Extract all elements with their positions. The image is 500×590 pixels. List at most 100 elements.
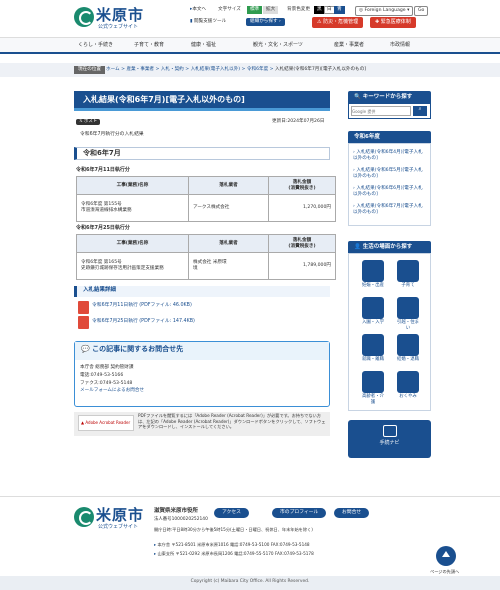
breadcrumb-current: 入札結果(令和6年7月)[電子入札以外のもの] xyxy=(274,67,367,72)
search-input[interactable] xyxy=(351,106,411,116)
chat-icon: 💬 xyxy=(81,345,90,353)
year-list-item[interactable]: › 入札結果(令和6年6月)[電子入札以外のもの] xyxy=(353,186,426,199)
detail-heading: 入札結果詳細 xyxy=(74,286,330,297)
skip-link[interactable]: ▸本文へ xyxy=(190,7,206,13)
breadcrumb-bid[interactable]: 入札・契約 xyxy=(161,67,184,72)
footer-access-button[interactable]: アクセス xyxy=(214,508,249,519)
footer-logo-title: 米原市 xyxy=(96,506,145,524)
life-label: 妊娠・出産 xyxy=(362,283,384,288)
pregnancy-icon[interactable] xyxy=(362,260,384,282)
font-large-button[interactable]: 拡大 xyxy=(263,6,279,14)
disaster-button[interactable]: ⚠ 防災・危機管理 xyxy=(312,17,364,28)
table1-caption: 令和6年7月11日執行分 xyxy=(76,167,130,173)
table-cell-amount: 1,270,000円 xyxy=(268,194,336,222)
footer-logo-subtitle: 公式ウェブサイト xyxy=(98,524,139,530)
footer-contact-button[interactable]: お問合せ xyxy=(334,508,370,519)
th-winner: 落札業者 xyxy=(188,234,269,253)
pdf-link-2[interactable]: 令和6年7月25日執行 (PDFファイル: 147.4KB) xyxy=(92,319,195,325)
site-footer xyxy=(0,496,500,576)
nav-tourism[interactable]: 観光・文化・スポーツ xyxy=(253,42,303,49)
footer-address-branch: ▸ 山東支所 〒521-0292 米原市長岡1206 電話:0749-55-51… xyxy=(154,551,314,556)
footer-office-name: 滋賀県米原市役所 xyxy=(154,508,199,514)
year-list: › 入札結果(令和6年4月)[電子入札以外のもの] › 入札結果(令和6年5月)… xyxy=(348,143,431,226)
voice-tool-link[interactable]: ▮ 閲覧支援ツール xyxy=(190,19,226,25)
page-title: 入札結果(令和6年7月)[電子入札以外のもの] xyxy=(74,91,330,111)
bg-blue-button[interactable]: 青 xyxy=(334,6,345,14)
language-select[interactable]: ◎ Foreign Language ▾ xyxy=(355,6,414,16)
table-cell-winner: アークス株式会社 xyxy=(188,194,269,222)
nav-health[interactable]: 健康・福祉 xyxy=(191,42,216,49)
footer-corp-number: 法人番号1000020252140 xyxy=(154,517,208,522)
language-go-button[interactable]: Go xyxy=(414,6,429,16)
breadcrumb-home[interactable]: ホーム xyxy=(106,67,120,72)
th-amount: 落札金額 (消費税抜き) xyxy=(268,234,336,253)
life-label: 高齢者・介護 xyxy=(362,394,384,405)
th-name: 工事(業務)名称 xyxy=(76,176,189,195)
footer-hours: 開庁日時:平日8時30分から午後5時15分(土曜日・日曜日、祝休日、年末年始を除… xyxy=(154,527,313,532)
search-by-org-button[interactable]: 組織から探す › xyxy=(246,18,285,26)
updated-date: 更新日:2024年07月26日 xyxy=(272,119,325,124)
table-cell-winner: 株式会社 米原環 境 xyxy=(188,252,269,280)
footer-profile-button[interactable]: 市のプロフィール xyxy=(272,508,327,519)
contact-dept: 本庁舎 総務部 契約管財課 xyxy=(80,365,134,370)
breadcrumb-business[interactable]: 産業・事業者 xyxy=(126,67,154,72)
year-list-item[interactable]: › 入札結果(令和6年4月)[電子入札以外のもの] xyxy=(353,150,426,163)
marriage-icon[interactable] xyxy=(397,334,419,356)
global-nav: くらし・手続き 子育て・教育 健康・福祉 観光・文化・スポーツ 産業・事業者 市… xyxy=(0,37,500,54)
bid-table-2: 工事(業務)名称 落札業者 落札金額 (消費税抜き) 令和6年度 第165号 史… xyxy=(76,234,336,280)
th-amount: 落札金額 (消費税抜き) xyxy=(268,176,336,195)
city-logo-icon[interactable] xyxy=(74,7,94,27)
intro-text: 令和6年7月執行分の入札結果 xyxy=(80,132,144,137)
pdf-link-1[interactable]: 令和6年7月11日執行 (PDFファイル: 46.0KB) xyxy=(92,303,192,309)
table-cell-name: 令和6年度 第155号 市道湊海道線排水構業務 xyxy=(76,194,189,222)
nav-child[interactable]: 子育て・教育 xyxy=(134,42,164,49)
nav-business[interactable]: 産業・事業者 xyxy=(334,42,364,49)
section-heading: 令和6年7月 xyxy=(74,147,330,160)
pdf-icon xyxy=(78,316,89,329)
childcare-icon[interactable] xyxy=(397,260,419,282)
nav-life[interactable]: くらし・手続き xyxy=(78,42,113,49)
x-icon: 𝕏 xyxy=(79,119,83,124)
life-label: 就職・離職 xyxy=(362,357,384,362)
font-size-label: 文字サイズ xyxy=(218,7,241,12)
contact-info: 本庁舎 総務部 契約管財課 電話:0749-53-5166 ファクス:0749-… xyxy=(80,364,144,395)
contact-mail-link[interactable]: メールフォームによるお問合せ xyxy=(80,387,144,395)
font-normal-button[interactable]: 標準 xyxy=(247,6,263,14)
breadcrumb-year[interactable]: 令和6年度 xyxy=(247,67,268,72)
adobe-icon: ▲ xyxy=(81,420,85,425)
pdf-icon xyxy=(78,301,89,314)
contact-phone: 電話:0749-53-5166 xyxy=(80,372,124,378)
elderly-care-icon[interactable] xyxy=(362,371,384,393)
life-label: 引越・住まい xyxy=(397,320,419,331)
navi-icon xyxy=(383,425,397,437)
bg-color-label: 背景色変更 xyxy=(287,7,310,12)
th-name: 工事(業務)名称 xyxy=(76,234,189,253)
life-label: 結婚・退職 xyxy=(397,357,419,362)
bid-table-1: 工事(業務)名称 落札業者 落札金額 (消費税抜き) 令和6年度 第155号 市… xyxy=(76,176,336,222)
adobe-download-button[interactable]: ▲ Adobe Acrobat Reader xyxy=(78,415,134,431)
copyright: Copyright (c) Maibara City Office. All R… xyxy=(0,576,500,590)
site-logo-title[interactable]: 米原市 xyxy=(96,6,144,26)
contact-heading: 💬 この記事に関するお問合せ先 xyxy=(75,342,329,360)
employment-icon[interactable] xyxy=(362,334,384,356)
speaker-icon: ▮ xyxy=(190,19,193,24)
year-list-item[interactable]: › 入札結果(令和6年7月)[電子入札以外のもの] xyxy=(353,204,426,217)
th-winner: 落札業者 xyxy=(188,176,269,195)
table2-caption: 令和6年7月25日執行分 xyxy=(76,225,130,231)
breadcrumb-tag: 現在の位置 xyxy=(74,66,105,74)
breadcrumb: ホーム > 産業・事業者 > 入札・契約 > 入札結果(電子入札以外) > 令和… xyxy=(106,67,367,72)
table-cell-amount: 1,789,000円 xyxy=(268,252,336,280)
school-icon[interactable] xyxy=(362,297,384,319)
footer-address-main: ▸ 本庁舎 〒521-8501 米原市米原1016 電話:0749-53-510… xyxy=(154,542,310,547)
post-x-button[interactable]: 𝕏 ポスト xyxy=(76,119,101,125)
chevron-right-icon: › xyxy=(279,19,281,24)
search-submit-icon[interactable]: ⌕ xyxy=(413,106,427,116)
table-cell-name: 令和6年度 第165号 史跡鎌刃城跡保存活用計画策定支援業務 xyxy=(76,252,189,280)
condolence-icon[interactable] xyxy=(397,371,419,393)
back-to-top-label[interactable]: ページの先頭へ xyxy=(430,569,459,574)
nav-cityinfo[interactable]: 市政情報 xyxy=(390,42,410,49)
moving-icon[interactable] xyxy=(397,297,419,319)
breadcrumb-bid-results[interactable]: 入札結果(電子入札以外) xyxy=(191,67,241,72)
emergency-medical-button[interactable]: ✚ 緊急医療体制 xyxy=(370,17,416,28)
year-list-item[interactable]: › 入札結果(令和6年5月)[電子入札以外のもの] xyxy=(353,168,426,181)
